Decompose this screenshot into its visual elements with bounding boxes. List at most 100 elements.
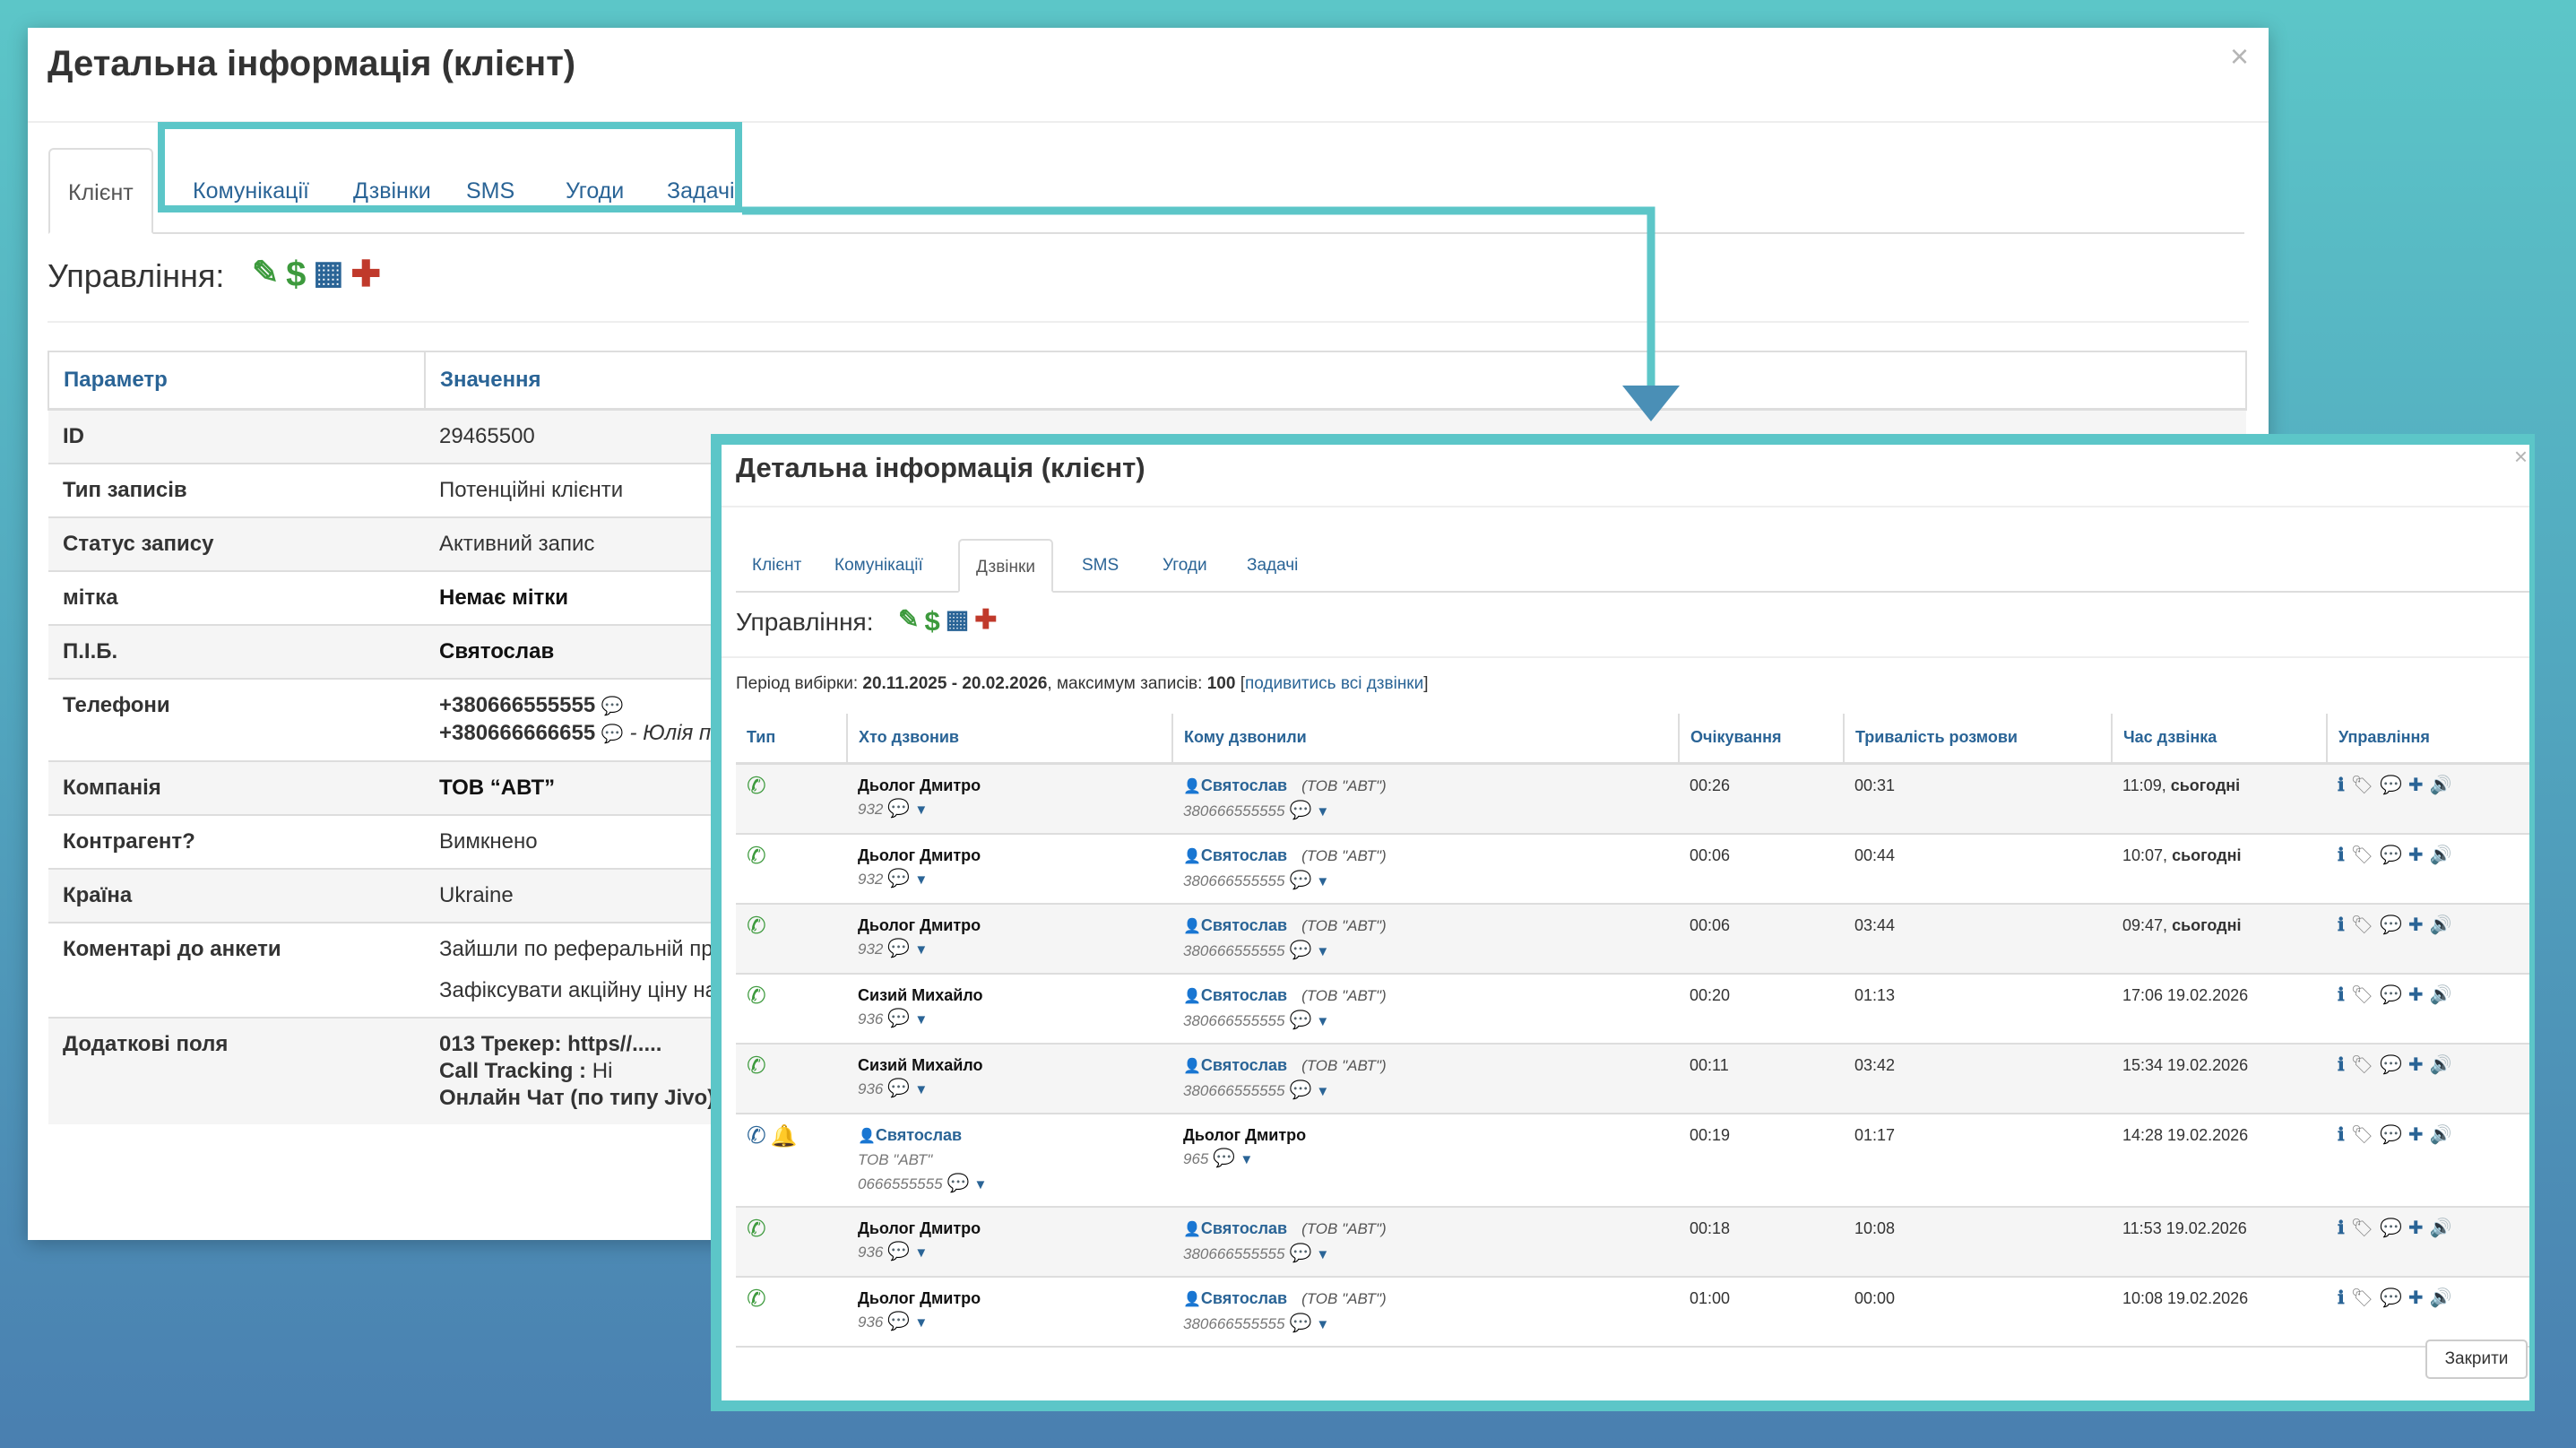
chat-icon[interactable]: 💬 [887, 799, 910, 819]
tag-icon[interactable]: 🏷 [2351, 1217, 2373, 1240]
tab-tasks[interactable]: Задачі [649, 148, 753, 234]
filter-icon[interactable]: ▼ [1316, 1247, 1329, 1262]
comment-icon[interactable]: 💬 [2380, 914, 2402, 937]
puzzle-icon[interactable]: ✚ [2408, 774, 2424, 797]
plus-icon[interactable]: ✚ [350, 256, 381, 292]
sound-icon[interactable]: 🔊 [2430, 1053, 2452, 1077]
filter-icon[interactable]: ▼ [914, 1315, 928, 1331]
chat-icon[interactable]: 💬 [887, 939, 910, 958]
puzzle-icon[interactable]: ✚ [2408, 914, 2424, 937]
filter-icon[interactable]: ▼ [1240, 1152, 1253, 1167]
sound-icon[interactable]: 🔊 [2430, 914, 2452, 937]
chat-icon[interactable]: 💬 [1289, 871, 1311, 890]
close-button[interactable]: Закрити [2425, 1340, 2528, 1379]
dollar-icon[interactable]: $ [924, 607, 939, 635]
dollar-icon[interactable]: $ [286, 256, 306, 292]
comment-icon[interactable]: 💬 [2380, 1217, 2402, 1240]
filter-icon[interactable]: ▼ [1316, 944, 1329, 959]
client-link[interactable]: Святослав [1201, 776, 1287, 794]
sound-icon[interactable]: 🔊 [2430, 984, 2452, 1007]
comment-icon[interactable]: 💬 [2380, 984, 2402, 1007]
puzzle-icon[interactable]: ✚ [2408, 984, 2424, 1007]
tag-icon[interactable]: 🏷 [2351, 774, 2373, 797]
tab-sms[interactable]: SMS [1066, 539, 1135, 593]
info-icon[interactable]: ℹ [2338, 844, 2345, 867]
puzzle-icon[interactable]: ✚ [2408, 1123, 2424, 1147]
comment-icon[interactable]: 💬 [2380, 1287, 2402, 1310]
chat-icon[interactable]: 💬 [1289, 941, 1311, 960]
tab-client[interactable]: Клієнт [48, 148, 153, 234]
info-icon[interactable]: ℹ [2338, 1053, 2345, 1077]
tag-icon[interactable]: 🏷 [2351, 1287, 2373, 1310]
calendar-add-icon[interactable]: ▦ [946, 607, 969, 635]
chat-icon[interactable]: 💬 [887, 1242, 910, 1262]
tab-deals[interactable]: Угоди [548, 148, 642, 234]
filter-icon[interactable]: ▼ [914, 802, 928, 818]
chat-icon[interactable]: 💬 [1289, 801, 1311, 820]
chat-icon[interactable]: 💬 [887, 1079, 910, 1098]
tab-communications[interactable]: Комунікації [818, 539, 939, 593]
chat-icon[interactable]: 💬 [1289, 1244, 1311, 1263]
filter-icon[interactable]: ▼ [914, 942, 928, 958]
close-icon[interactable]: × [2514, 445, 2528, 468]
filter-icon[interactable]: ▼ [1316, 1014, 1329, 1029]
edit-icon[interactable]: ✎ [898, 607, 919, 635]
edit-icon[interactable]: ✎ [252, 256, 279, 292]
chat-icon[interactable]: 💬 [887, 1009, 910, 1028]
filter-icon[interactable]: ▼ [1316, 804, 1329, 819]
plus-icon[interactable]: ✚ [974, 607, 997, 635]
comment-icon[interactable]: 💬 [2380, 1053, 2402, 1077]
sound-icon[interactable]: 🔊 [2430, 1217, 2452, 1240]
filter-icon[interactable]: ▼ [1316, 874, 1329, 889]
sound-icon[interactable]: 🔊 [2430, 1123, 2452, 1147]
chat-icon[interactable]: 💬 [601, 697, 624, 716]
info-icon[interactable]: ℹ [2338, 1287, 2345, 1310]
filter-icon[interactable]: ▼ [914, 1012, 928, 1027]
tab-calls[interactable]: Дзвінки [958, 539, 1053, 593]
info-icon[interactable]: ℹ [2338, 1217, 2345, 1240]
phone-number[interactable]: +380666555555 [439, 693, 595, 717]
client-link[interactable]: Святослав [1201, 1056, 1287, 1074]
client-link[interactable]: Святослав [1201, 1289, 1287, 1307]
info-icon[interactable]: ℹ [2338, 774, 2345, 797]
calendar-add-icon[interactable]: ▦ [313, 256, 343, 292]
filter-icon[interactable]: ▼ [914, 1082, 928, 1097]
filter-icon[interactable]: ▼ [973, 1177, 987, 1192]
tab-client[interactable]: Клієнт [736, 539, 817, 593]
client-link[interactable]: Святослав [1201, 1219, 1287, 1237]
chat-icon[interactable]: 💬 [1289, 1080, 1311, 1100]
puzzle-icon[interactable]: ✚ [2408, 844, 2424, 867]
tab-calls[interactable]: Дзвінки [335, 148, 449, 234]
comment-icon[interactable]: 💬 [2380, 1123, 2402, 1147]
view-all-calls-link[interactable]: подивитись всі дзвінки [1245, 674, 1423, 693]
tab-communications[interactable]: Комунікації [175, 148, 327, 234]
info-icon[interactable]: ℹ [2338, 914, 2345, 937]
chat-icon[interactable]: 💬 [887, 869, 910, 889]
puzzle-icon[interactable]: ✚ [2408, 1287, 2424, 1310]
sound-icon[interactable]: 🔊 [2430, 844, 2452, 867]
comment-icon[interactable]: 💬 [2380, 844, 2402, 867]
tag-icon[interactable]: 🏷 [2351, 914, 2373, 937]
tag-icon[interactable]: 🏷 [2351, 844, 2373, 867]
chat-icon[interactable]: 💬 [947, 1174, 970, 1193]
sound-icon[interactable]: 🔊 [2430, 774, 2452, 797]
chat-icon[interactable]: 💬 [887, 1312, 910, 1331]
tab-deals[interactable]: Угоди [1146, 539, 1223, 593]
tag-icon[interactable]: 🏷 [2351, 984, 2373, 1007]
sound-icon[interactable]: 🔊 [2430, 1287, 2452, 1310]
puzzle-icon[interactable]: ✚ [2408, 1217, 2424, 1240]
tab-sms[interactable]: SMS [448, 148, 532, 234]
tag-icon[interactable]: 🏷 [2351, 1123, 2373, 1147]
chat-icon[interactable]: 💬 [601, 724, 624, 744]
filter-icon[interactable]: ▼ [1316, 1084, 1329, 1099]
info-icon[interactable]: ℹ [2338, 1123, 2345, 1147]
puzzle-icon[interactable]: ✚ [2408, 1053, 2424, 1077]
comment-icon[interactable]: 💬 [2380, 774, 2402, 797]
info-icon[interactable]: ℹ [2338, 984, 2345, 1007]
close-icon[interactable]: × [2230, 40, 2249, 73]
client-link[interactable]: Святослав [1201, 986, 1287, 1004]
chat-icon[interactable]: 💬 [1213, 1149, 1235, 1168]
client-link[interactable]: Святослав [1201, 846, 1287, 864]
client-link[interactable]: Святослав [876, 1126, 962, 1144]
phone-number[interactable]: +380666666655 [439, 721, 595, 745]
